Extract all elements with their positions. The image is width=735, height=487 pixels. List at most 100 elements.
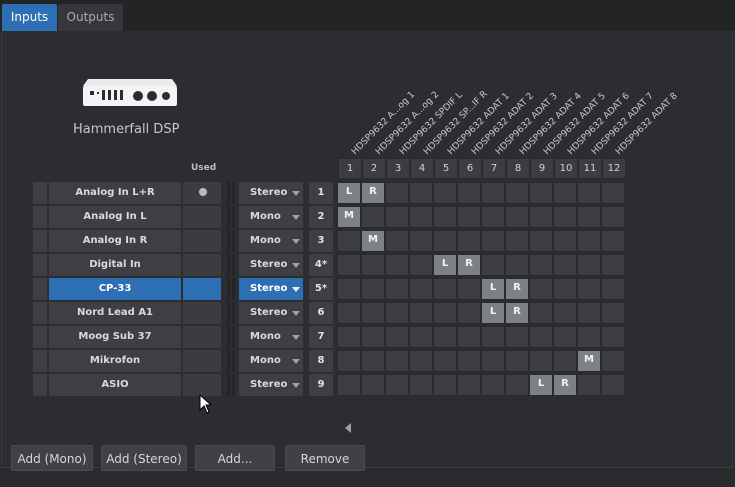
routing-cell[interactable]	[385, 326, 409, 348]
routing-cell[interactable]	[481, 254, 505, 276]
routing-cell[interactable]	[337, 326, 361, 348]
routing-cell[interactable]	[553, 182, 577, 204]
routing-assignment[interactable]: M	[577, 350, 601, 372]
routing-cell[interactable]	[361, 326, 385, 348]
routing-cell[interactable]	[457, 374, 481, 396]
routing-cell[interactable]	[529, 326, 553, 348]
channel-mode-dropdown[interactable]: Mono	[239, 206, 303, 228]
input-name[interactable]: Mikrofon	[49, 350, 181, 372]
routing-cell[interactable]	[457, 350, 481, 372]
grip-handle[interactable]	[227, 350, 230, 372]
input-row-handle[interactable]	[33, 254, 47, 276]
routing-cell[interactable]	[385, 350, 409, 372]
routing-cell[interactable]	[577, 254, 601, 276]
routing-cell[interactable]	[433, 182, 457, 204]
routing-cell[interactable]	[385, 374, 409, 396]
routing-cell[interactable]	[529, 206, 553, 228]
grip-handle[interactable]	[232, 206, 235, 228]
input-row-handle[interactable]	[33, 326, 47, 348]
routing-assignment[interactable]: R	[553, 374, 577, 396]
add-stereo-button[interactable]: Add (Stereo)	[101, 445, 187, 471]
routing-cell[interactable]	[505, 350, 529, 372]
routing-cell[interactable]	[601, 254, 625, 276]
routing-cell[interactable]	[577, 374, 601, 396]
routing-cell[interactable]	[601, 350, 625, 372]
routing-cell[interactable]	[553, 350, 577, 372]
scroll-left-arrow-icon[interactable]	[345, 423, 351, 433]
grip-handle[interactable]	[227, 326, 230, 348]
routing-cell[interactable]	[601, 278, 625, 300]
routing-cell[interactable]	[505, 326, 529, 348]
add-button[interactable]: Add...	[195, 445, 275, 471]
routing-cell[interactable]	[457, 182, 481, 204]
grip-handle[interactable]	[227, 302, 230, 324]
routing-assignment[interactable]: R	[505, 302, 529, 324]
routing-cell[interactable]	[553, 302, 577, 324]
routing-cell[interactable]	[409, 374, 433, 396]
routing-cell[interactable]	[529, 230, 553, 252]
grip-handle[interactable]	[227, 254, 230, 276]
routing-cell[interactable]	[481, 374, 505, 396]
routing-cell[interactable]	[409, 350, 433, 372]
grip-handle[interactable]	[232, 302, 235, 324]
routing-cell[interactable]	[409, 302, 433, 324]
routing-cell[interactable]	[601, 302, 625, 324]
grip-handle[interactable]	[232, 254, 235, 276]
channel-mode-dropdown[interactable]: Stereo	[239, 278, 303, 300]
routing-cell[interactable]	[481, 182, 505, 204]
routing-cell[interactable]	[385, 206, 409, 228]
output-column-number[interactable]: 10	[554, 158, 578, 179]
input-row-handle[interactable]	[33, 182, 47, 204]
channel-mode-dropdown[interactable]: Stereo	[239, 302, 303, 324]
routing-cell[interactable]	[481, 230, 505, 252]
channel-mode-dropdown[interactable]: Mono	[239, 350, 303, 372]
routing-cell[interactable]	[601, 230, 625, 252]
routing-cell[interactable]	[529, 278, 553, 300]
routing-cell[interactable]	[529, 302, 553, 324]
routing-cell[interactable]	[409, 326, 433, 348]
routing-cell[interactable]	[433, 278, 457, 300]
input-name[interactable]: Analog In L+R	[49, 182, 181, 204]
routing-cell[interactable]	[409, 278, 433, 300]
routing-cell[interactable]	[337, 302, 361, 324]
input-row-handle[interactable]	[33, 350, 47, 372]
routing-cell[interactable]	[529, 350, 553, 372]
channel-mode-dropdown[interactable]: Stereo	[239, 254, 303, 276]
routing-assignment[interactable]: L	[433, 254, 457, 276]
input-row-handle[interactable]	[33, 278, 47, 300]
input-name[interactable]: Analog In R	[49, 230, 181, 252]
grip-handle[interactable]	[232, 326, 235, 348]
channel-mode-dropdown[interactable]: Stereo	[239, 182, 303, 204]
routing-cell[interactable]	[457, 230, 481, 252]
add-mono-button[interactable]: Add (Mono)	[11, 445, 93, 471]
grip-handle[interactable]	[227, 278, 230, 300]
grip-handle[interactable]	[232, 374, 235, 396]
routing-cell[interactable]	[553, 326, 577, 348]
routing-cell[interactable]	[433, 350, 457, 372]
routing-cell[interactable]	[577, 302, 601, 324]
routing-cell[interactable]	[361, 374, 385, 396]
routing-cell[interactable]	[601, 182, 625, 204]
routing-assignment[interactable]: M	[361, 230, 385, 252]
routing-cell[interactable]	[577, 182, 601, 204]
routing-cell[interactable]	[337, 254, 361, 276]
routing-cell[interactable]	[505, 374, 529, 396]
output-column-number[interactable]: 1	[338, 158, 362, 179]
routing-cell[interactable]	[577, 326, 601, 348]
input-name[interactable]: Digital In	[49, 254, 181, 276]
routing-cell[interactable]	[361, 254, 385, 276]
routing-cell[interactable]	[385, 182, 409, 204]
grip-handle[interactable]	[232, 350, 235, 372]
input-row-handle[interactable]	[33, 302, 47, 324]
routing-cell[interactable]	[433, 374, 457, 396]
routing-cell[interactable]	[337, 374, 361, 396]
output-column-number[interactable]: 6	[458, 158, 482, 179]
routing-assignment[interactable]: M	[337, 206, 361, 228]
routing-assignment[interactable]: L	[529, 374, 553, 396]
routing-cell[interactable]	[529, 182, 553, 204]
channel-mode-dropdown[interactable]: Mono	[239, 326, 303, 348]
routing-assignment[interactable]: L	[481, 302, 505, 324]
routing-cell[interactable]	[409, 206, 433, 228]
routing-assignment[interactable]: L	[337, 182, 361, 204]
routing-cell[interactable]	[433, 302, 457, 324]
